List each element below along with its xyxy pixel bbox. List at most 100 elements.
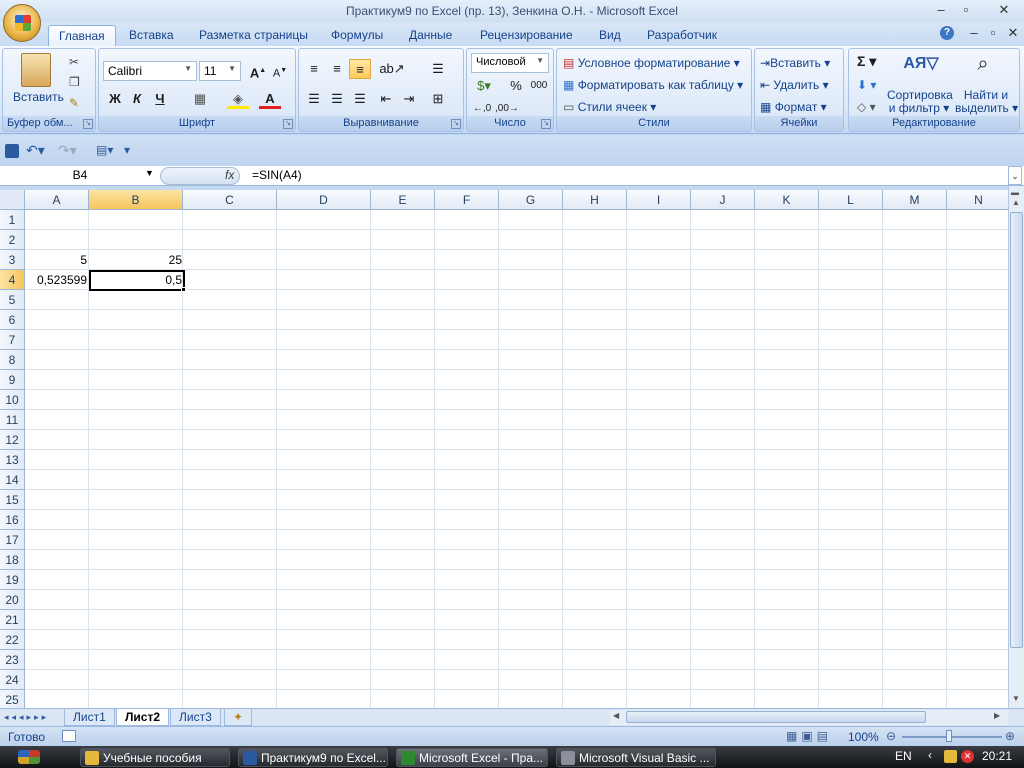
cell-styles-button[interactable]: ▭ Стили ячеек ▾	[563, 99, 656, 115]
vertical-scroll-thumb[interactable]	[1010, 212, 1023, 648]
split-handle-icon[interactable]: ▬	[1011, 188, 1019, 197]
font-launcher-icon[interactable]: ↘	[283, 119, 293, 129]
sort-filter-icon[interactable]: AЯ▽	[901, 53, 941, 83]
name-box[interactable]: B4	[2, 166, 158, 185]
help-icon[interactable]: ?	[940, 26, 954, 40]
taskbar-item-word[interactable]: Практикум9 по Excel...	[238, 748, 388, 767]
zoom-in-icon[interactable]: ⊕	[1005, 729, 1015, 743]
fill-color-icon[interactable]: ◈	[227, 89, 249, 109]
sheet-tab-2[interactable]: Лист2	[116, 709, 170, 726]
row-header-23[interactable]: 23	[0, 650, 25, 670]
copy-icon[interactable]: ❐	[69, 74, 80, 90]
row-header-15[interactable]: 15	[0, 490, 25, 510]
format-cells-button[interactable]: ▦ Формат ▾	[760, 99, 827, 115]
autosum-icon[interactable]: Σ ▾	[857, 53, 876, 69]
zoom-out-icon[interactable]: ⊖	[886, 729, 896, 743]
tab-formulas[interactable]: Формулы	[321, 25, 393, 46]
column-header-a[interactable]: A	[25, 190, 89, 210]
paste-button[interactable]: Вставить	[13, 89, 64, 105]
underline-button[interactable]: Ч	[149, 89, 171, 109]
format-as-table-button[interactable]: ▦ Форматировать как таблицу ▾	[563, 77, 743, 93]
column-header-k[interactable]: K	[755, 190, 819, 210]
tab-home[interactable]: Главная	[48, 25, 116, 46]
shrink-font-icon[interactable]: A▼	[269, 61, 291, 81]
tab-developer[interactable]: Разработчик	[637, 25, 727, 46]
font-name-select[interactable]: Calibri ▼	[103, 61, 197, 81]
select-all-button[interactable]	[0, 190, 25, 210]
align-middle-icon[interactable]: ≡	[326, 59, 348, 79]
taskbar-item-excel[interactable]: Microsoft Excel - Пра...	[396, 748, 548, 767]
sort-filter-button[interactable]: Сортировка и фильтр ▾	[887, 89, 953, 115]
column-header-e[interactable]: E	[371, 190, 435, 210]
fill-icon[interactable]: ⬇ ▾	[857, 77, 876, 93]
align-left-icon[interactable]: ☰	[303, 89, 325, 109]
delete-cells-button[interactable]: ⇤ Удалить ▾	[760, 77, 829, 93]
cell-a4[interactable]: 0,523599	[25, 270, 89, 290]
align-right-icon[interactable]: ☰	[349, 89, 371, 109]
merge-center-icon[interactable]: ⊞	[427, 89, 449, 109]
format-painter-icon[interactable]: ✎	[69, 95, 79, 111]
horizontal-scrollbar[interactable]: ◀ ▶	[610, 710, 1008, 725]
row-header-12[interactable]: 12	[0, 430, 25, 450]
number-launcher-icon[interactable]: ↘	[541, 119, 551, 129]
row-header-20[interactable]: 20	[0, 590, 25, 610]
percent-style-button[interactable]: %	[505, 76, 527, 96]
cut-icon[interactable]: ✂	[69, 54, 79, 70]
column-header-c[interactable]: C	[183, 190, 277, 210]
row-header-10[interactable]: 10	[0, 390, 25, 410]
security-alert-icon[interactable]: ✕	[961, 750, 974, 763]
align-bottom-icon[interactable]: ≡	[349, 59, 371, 79]
row-header-21[interactable]: 21	[0, 610, 25, 630]
row-header-17[interactable]: 17	[0, 530, 25, 550]
number-format-select[interactable]: Числовой ▼	[471, 53, 549, 73]
font-color-icon[interactable]: A	[259, 89, 281, 109]
find-select-icon[interactable]: ⌕	[967, 53, 999, 83]
alignment-launcher-icon[interactable]: ↘	[451, 119, 461, 129]
decrease-indent-icon[interactable]: ⇤	[375, 89, 397, 109]
row-header-9[interactable]: 9	[0, 370, 25, 390]
comma-style-button[interactable]: 000	[527, 76, 551, 96]
row-header-24[interactable]: 24	[0, 670, 25, 690]
start-icon[interactable]	[18, 750, 40, 764]
font-size-select[interactable]: 11 ▼	[199, 61, 241, 81]
scroll-right-icon[interactable]: ▶	[994, 711, 1000, 720]
chevron-down-icon[interactable]: ▼	[145, 168, 154, 178]
row-header-3[interactable]: 3	[0, 250, 25, 270]
cell-b3[interactable]: 25	[89, 250, 184, 270]
row-header-13[interactable]: 13	[0, 450, 25, 470]
formula-input[interactable]: =SIN(A4)	[252, 168, 302, 182]
zoom-slider[interactable]	[902, 736, 1002, 738]
row-header-16[interactable]: 16	[0, 510, 25, 530]
increase-indent-icon[interactable]: ⇥	[398, 89, 420, 109]
sheet-tab-1[interactable]: Лист1	[64, 709, 115, 726]
column-header-h[interactable]: H	[563, 190, 627, 210]
expand-formula-bar-icon[interactable]: ⌄	[1008, 166, 1022, 185]
scroll-up-icon[interactable]: ▲	[1012, 198, 1020, 207]
row-header-11[interactable]: 11	[0, 410, 25, 430]
macro-record-icon[interactable]	[62, 730, 76, 742]
align-center-icon[interactable]: ☰	[326, 89, 348, 109]
row-header-1[interactable]: 1	[0, 210, 25, 230]
tray-app-icon[interactable]	[944, 750, 957, 763]
spreadsheet-grid[interactable]: ABCDEFGHIJKLMN 1 2 3 4 5 6 7 8 9 10 11 12 13 14 15 16 17…	[0, 190, 1008, 708]
column-header-m[interactable]: M	[883, 190, 947, 210]
minimize-button[interactable]: ‒	[930, 2, 952, 18]
wrap-text-icon[interactable]: ☰	[427, 59, 449, 79]
currency-format-icon[interactable]: $▾	[471, 76, 497, 96]
row-header-19[interactable]: 19	[0, 570, 25, 590]
clear-icon[interactable]: ◇ ▾	[857, 99, 876, 115]
redo-icon[interactable]: ↷▾	[58, 142, 77, 158]
insert-sheet-icon[interactable]: ✦	[224, 709, 253, 726]
save-icon[interactable]	[5, 144, 19, 158]
ribbon-close-button[interactable]: ✕	[1002, 25, 1024, 41]
column-header-b[interactable]: B	[89, 190, 183, 210]
column-header-j[interactable]: J	[691, 190, 755, 210]
column-header-d[interactable]: D	[277, 190, 371, 210]
tray-expand-icon[interactable]: ‹	[928, 748, 932, 762]
customize-qat-icon[interactable]: ▾	[124, 142, 130, 158]
grow-font-icon[interactable]: A▲	[247, 61, 269, 81]
tab-review[interactable]: Рецензирование	[470, 25, 583, 46]
insert-cells-button[interactable]: ⇥Вставить ▾	[760, 55, 830, 71]
row-header-22[interactable]: 22	[0, 630, 25, 650]
row-header-2[interactable]: 2	[0, 230, 25, 250]
